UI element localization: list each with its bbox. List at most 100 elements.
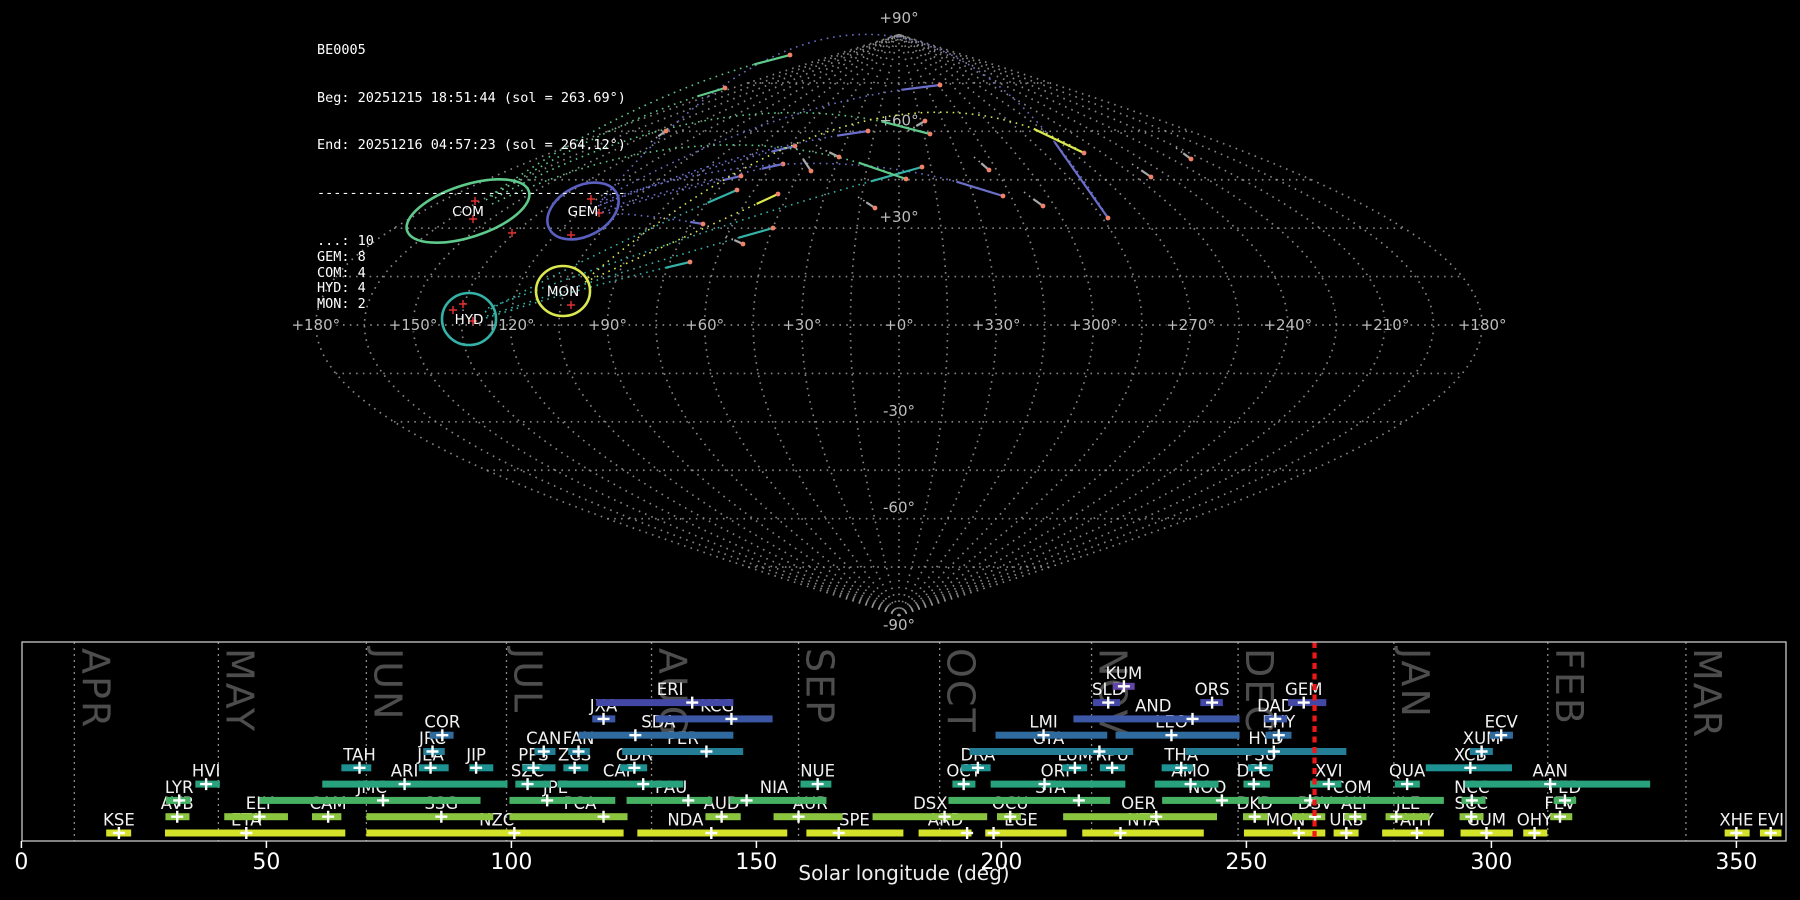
equator-label: +240° xyxy=(1263,316,1312,334)
shower-bar xyxy=(1464,780,1651,788)
equator-label: +60° xyxy=(685,316,724,334)
latitude-label: +30° xyxy=(879,208,918,226)
shower-bar xyxy=(990,780,1126,788)
shower-bar xyxy=(655,715,773,723)
shower-bar xyxy=(1258,796,1444,804)
shower-label: DSX xyxy=(913,794,947,813)
shower-bar xyxy=(366,813,494,821)
shower-label: NUE xyxy=(800,762,835,781)
app-window: +180° +150° +120° +90° +60° +30° +0° +330° +300°… xyxy=(0,0,1800,900)
peak-marker xyxy=(740,794,753,807)
peak-marker xyxy=(705,827,718,839)
x-axis-title: Solar longitude (deg) xyxy=(798,861,1009,885)
shower-label: EVI xyxy=(1757,811,1784,830)
meteor-endpoint xyxy=(872,205,878,211)
shower-label: GEM xyxy=(1285,680,1322,699)
meteor-endpoint xyxy=(919,164,925,170)
equator-label: +300° xyxy=(1069,316,1118,334)
meteor-trail xyxy=(597,130,869,207)
meteor-endpoint xyxy=(1105,215,1111,221)
shower-bar xyxy=(1063,813,1217,821)
separator-line: -------------------------------------- xyxy=(317,184,626,201)
shower-count-list: ...: 10 GEM: 8 COM: 4 HYD: 4 MON: 2 xyxy=(317,233,626,314)
shower-label: KUM xyxy=(1106,664,1143,683)
month-label: MAR xyxy=(1685,648,1729,739)
count-line: MON: 2 xyxy=(317,296,366,313)
meteor-streak xyxy=(756,193,779,205)
shower-bar xyxy=(259,796,481,804)
shower-bar xyxy=(578,731,734,739)
peak-marker xyxy=(1072,794,1085,807)
begin-time: Beg: 20251215 18:51:44 (sol = 263.69°) xyxy=(317,89,626,106)
latitude-label: +90° xyxy=(879,9,918,27)
meteor-endpoint xyxy=(722,85,728,91)
shower-label: AND xyxy=(1135,696,1171,715)
shower-label: JIP xyxy=(465,745,486,764)
station-id: BE0005 xyxy=(317,41,366,58)
meteor-endpoint xyxy=(700,221,706,227)
shower-label: XVI xyxy=(1315,762,1342,781)
x-tick-label: 50 xyxy=(252,850,280,875)
shower-label: CAN xyxy=(526,729,561,748)
shower-label: QUA xyxy=(1389,762,1426,781)
month-label: APR xyxy=(73,648,117,729)
meteor-trail xyxy=(587,111,1085,279)
shower-label: HVI xyxy=(192,762,221,781)
count-line: COM: 4 xyxy=(317,264,366,281)
meteor-streak xyxy=(696,86,726,98)
shower-bar xyxy=(872,813,988,821)
peak-marker xyxy=(1186,712,1199,725)
shower-label: ECV xyxy=(1485,713,1519,732)
shower-label: OHY xyxy=(1517,811,1553,830)
shower-bar xyxy=(1082,829,1204,837)
peak-marker xyxy=(700,745,713,758)
count-line: HYD: 4 xyxy=(317,280,366,297)
shower-label: TAH xyxy=(342,745,376,764)
shower-label: KSE xyxy=(103,811,135,830)
shower-bar xyxy=(1115,731,1240,739)
meteor-endpoint xyxy=(740,241,746,247)
shower-label: NIA xyxy=(760,778,789,797)
equator-label: +0° xyxy=(884,316,914,334)
timeline-chart: APRMAYJUNJULAUGSEPOCTNOVDECJANFEBMARKSEE… xyxy=(14,641,1787,885)
x-tick-label: 150 xyxy=(735,850,777,875)
month-label: SEP xyxy=(798,648,842,725)
month-label: JUL xyxy=(506,646,550,714)
equator-label: +30° xyxy=(782,316,821,334)
meteor-streak xyxy=(901,83,941,91)
meteor-streak xyxy=(956,180,1004,198)
x-tick-label: 300 xyxy=(1470,850,1512,875)
meteor-trail xyxy=(603,84,941,199)
meteor-endpoint xyxy=(734,187,740,193)
shower-bar xyxy=(164,829,346,837)
shower-label: SPE xyxy=(839,811,870,830)
x-tick-label: 100 xyxy=(490,850,532,875)
meteor-endpoint xyxy=(937,82,943,88)
shower-bar xyxy=(622,748,744,755)
shower-label: XHE xyxy=(1719,811,1753,830)
shower-bar xyxy=(806,829,904,837)
equator-label: +330° xyxy=(972,316,1021,334)
meteor-endpoint xyxy=(1040,203,1046,209)
meteor-endpoint xyxy=(903,176,909,182)
shower-label: COR xyxy=(424,713,460,732)
shower-bar xyxy=(557,780,684,788)
shower-bar xyxy=(969,748,1134,755)
shower-label: ORS xyxy=(1195,680,1230,699)
meteor-endpoint xyxy=(922,118,928,124)
shower-label: OER xyxy=(1121,794,1156,813)
peak-marker xyxy=(987,827,1000,839)
shower-bar xyxy=(322,780,508,788)
meteor-endpoint xyxy=(986,167,992,173)
shower-label: LYR xyxy=(165,778,194,797)
shower-bar xyxy=(773,813,843,821)
month-label: FEB xyxy=(1547,648,1591,726)
shower-label: ERI xyxy=(657,680,684,699)
meteor-endpoint xyxy=(808,168,814,174)
x-tick-label: 0 xyxy=(14,850,28,875)
shower-label: LMI xyxy=(1029,713,1057,732)
radiant-plot-canvas: +180° +150° +120° +90° +60° +30° +0° +330° +300°… xyxy=(14,8,1787,885)
grid-meridian xyxy=(606,33,900,617)
meteor-endpoint xyxy=(1000,193,1006,199)
shower-bar xyxy=(948,796,1111,804)
